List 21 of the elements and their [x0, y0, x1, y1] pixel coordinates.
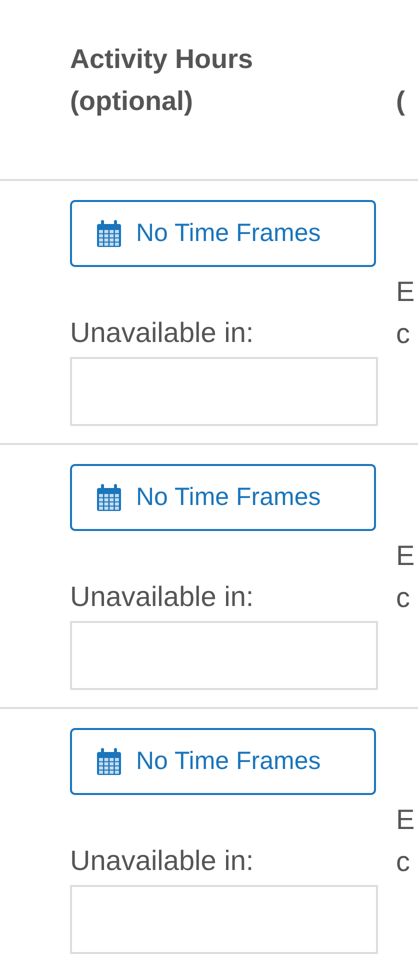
time-frames-button[interactable]: No Time Frames	[70, 200, 376, 267]
column-header: (	[396, 85, 405, 118]
column-header: Activity Hours	[70, 43, 254, 76]
calendar-icon	[96, 484, 122, 512]
input-field[interactable]	[70, 621, 378, 690]
cell-text: E	[396, 803, 415, 837]
column-header: (optional)	[70, 85, 194, 118]
cell-text: c	[396, 317, 411, 351]
calendar-icon	[96, 220, 122, 248]
time-frames-button[interactable]: No Time Frames	[70, 464, 376, 531]
field-label: Unavailable in:	[70, 316, 255, 350]
cell-text: E	[396, 275, 415, 309]
input-field[interactable]	[70, 357, 378, 426]
time-frames-button[interactable]: No Time Frames	[70, 728, 376, 795]
cell-text: E	[396, 539, 415, 573]
cell-text: c	[396, 845, 411, 879]
cell-text: c	[396, 581, 411, 615]
field-label: Unavailable in:	[70, 844, 255, 878]
field-label: Unavailable in:	[70, 580, 255, 614]
input-field[interactable]	[70, 885, 378, 954]
calendar-icon	[96, 748, 122, 776]
